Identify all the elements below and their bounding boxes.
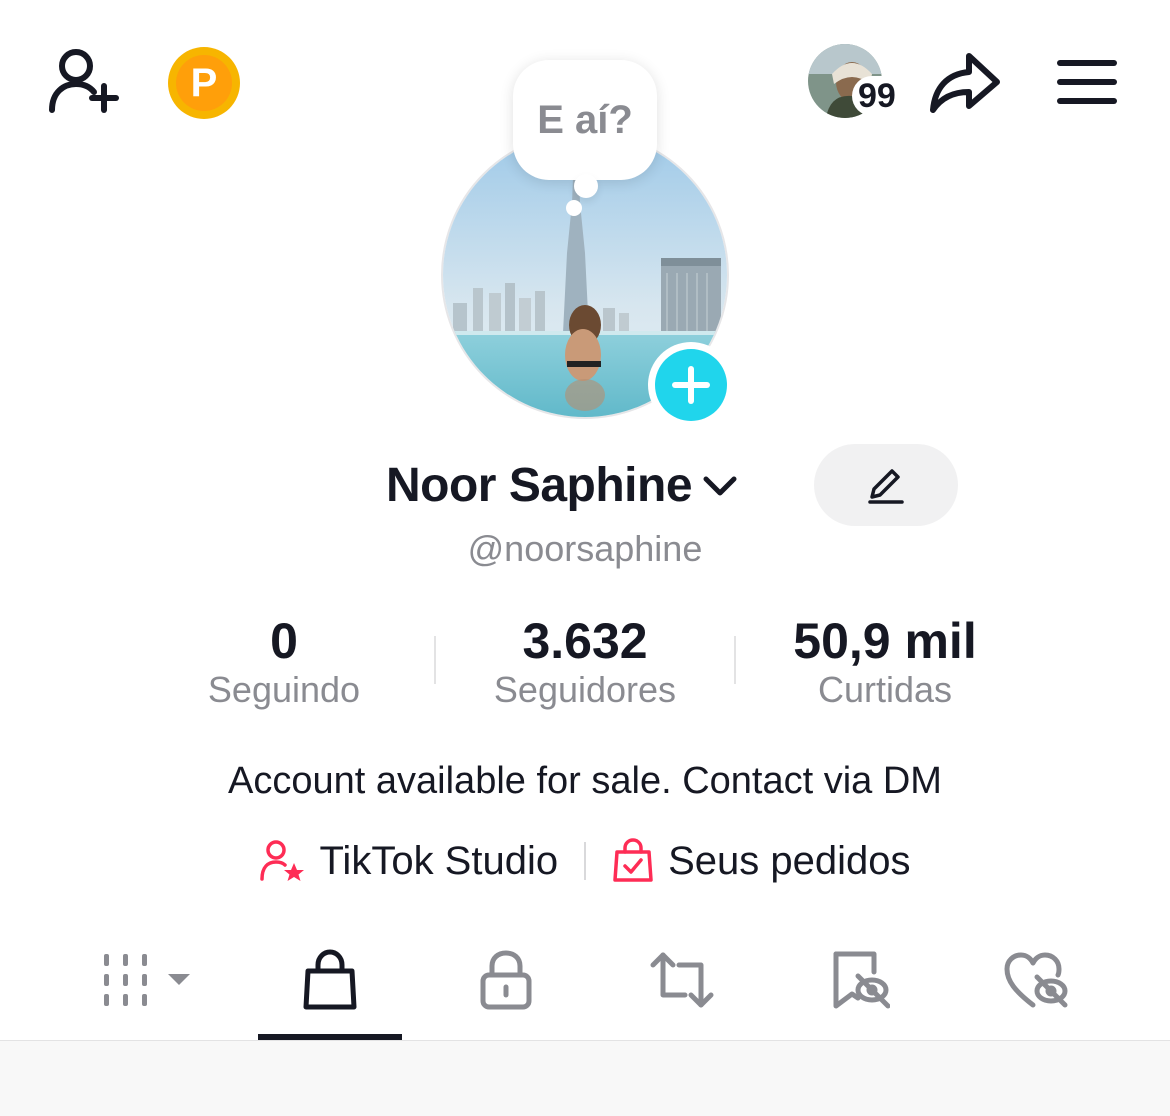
shopping-bag-check-icon [613, 838, 653, 882]
orders-link[interactable]: Seus pedidos [612, 838, 911, 884]
following-count: 0 [270, 613, 298, 669]
liked-hidden-icon [1004, 952, 1068, 1008]
tab-private[interactable] [456, 940, 556, 1020]
followers-label: Seguidores [493, 669, 677, 710]
display-name: Noor Saphine [386, 458, 693, 512]
person-plus-icon [49, 49, 119, 113]
pencil-icon [868, 469, 904, 504]
note-bubble[interactable]: E aí? [513, 60, 657, 180]
username: @noorsaphine [467, 528, 703, 569]
shopping-bag-icon [303, 949, 357, 1010]
tiktok-studio-link[interactable]: TikTok Studio [259, 839, 558, 884]
tab-liked[interactable] [986, 940, 1086, 1020]
saved-hidden-icon [833, 951, 890, 1009]
tab-saved[interactable] [810, 940, 910, 1020]
notification-count-badge: 99 [852, 76, 902, 116]
profile-links: TikTok Studio Seus pedidos [0, 832, 1170, 890]
tab-content-area [0, 1041, 1170, 1116]
share-arrow-icon [930, 53, 1000, 113]
note-bubble-dot [566, 200, 582, 216]
menu-button[interactable] [1052, 52, 1122, 112]
coins-button[interactable]: P [166, 46, 242, 120]
hamburger-menu-icon [1057, 60, 1117, 104]
creator-star-icon [260, 840, 305, 881]
links-divider [584, 842, 587, 880]
profile-bio: Account available for sale. Contact via … [228, 760, 942, 802]
following-label: Seguindo [207, 669, 361, 710]
tab-videos[interactable] [96, 940, 196, 1020]
display-name-row[interactable]: Noor Saphine [386, 452, 740, 518]
tiktok-studio-label: TikTok Studio [319, 838, 559, 883]
likes-count: 50,9 mil [793, 613, 977, 669]
note-bubble-tail [574, 174, 598, 198]
coin-icon: P [168, 47, 240, 119]
coin-letter: P [176, 55, 232, 111]
tab-shop[interactable] [280, 940, 380, 1020]
followers-count: 3.632 [522, 613, 648, 669]
chevron-down-icon [703, 476, 737, 496]
add-story-button[interactable] [648, 342, 734, 428]
repost-icon [650, 952, 714, 1008]
likes-label: Curtidas [817, 669, 953, 710]
share-profile-button[interactable] [926, 46, 1004, 118]
grid-icon [104, 954, 190, 1006]
add-friend-button[interactable] [44, 44, 124, 118]
edit-profile-button[interactable] [814, 444, 958, 526]
orders-label: Seus pedidos [668, 838, 911, 883]
tab-reposts[interactable] [632, 940, 732, 1020]
lock-icon [480, 950, 532, 1010]
likes-stat[interactable]: 50,9 mil Curtidas [735, 612, 1035, 712]
plus-icon [672, 366, 710, 404]
following-stat[interactable]: 0 Seguindo [134, 612, 434, 712]
followers-stat[interactable]: 3.632 Seguidores [435, 612, 735, 712]
